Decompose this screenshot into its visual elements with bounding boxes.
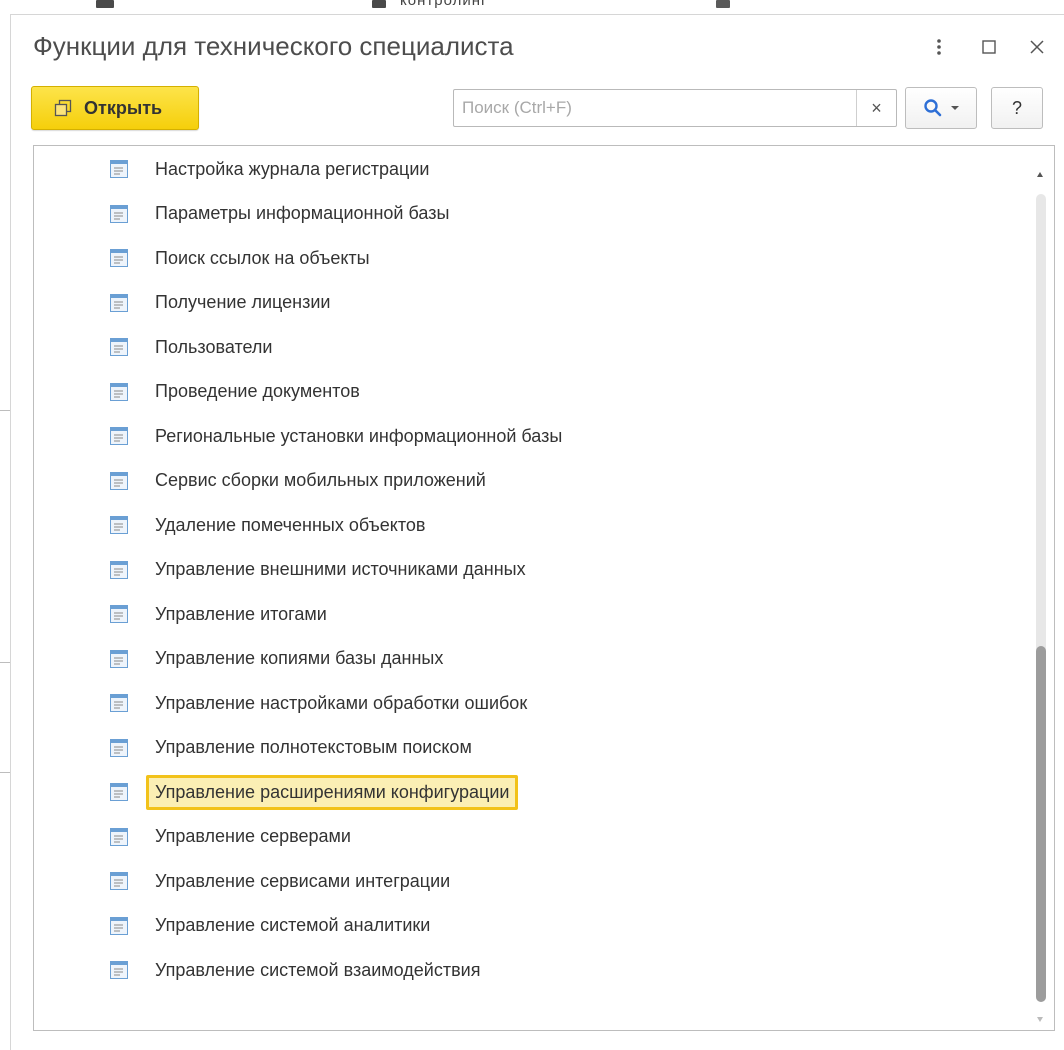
list-item-label: Управление копиями базы данных xyxy=(155,648,444,669)
open-button[interactable]: Открыть xyxy=(31,86,199,130)
background-divider xyxy=(0,772,10,773)
list-item[interactable]: Управление полнотекстовым поиском xyxy=(34,726,1024,771)
dialog-title: Функции для технического специалиста xyxy=(33,31,514,61)
form-icon xyxy=(110,204,128,223)
close-icon xyxy=(1030,40,1044,54)
list-item-label: Управление полнотекстовым поиском xyxy=(155,737,472,758)
list-item-label: Управление серверами xyxy=(155,826,351,847)
background-icon xyxy=(716,0,730,8)
list-item[interactable]: Проведение документов xyxy=(34,370,1024,415)
clear-icon: × xyxy=(871,97,882,118)
list-item-selected[interactable]: Управление расширениями конфигурации xyxy=(34,770,1024,815)
background-text: контролинг xyxy=(400,0,488,9)
form-icon xyxy=(110,293,128,312)
list-item[interactable]: Сервис сборки мобильных приложений xyxy=(34,459,1024,504)
form-icon xyxy=(110,427,128,446)
open-button-label: Открыть xyxy=(84,97,163,118)
help-button[interactable]: ? xyxy=(991,87,1043,129)
list-item-label: Управление системой взаимодействия xyxy=(155,959,481,980)
list-item[interactable]: Настройка журнала регистрации xyxy=(34,147,1024,192)
form-icon xyxy=(110,827,128,846)
close-button[interactable] xyxy=(1023,33,1051,61)
list-item-label: Управление сервисами интеграции xyxy=(155,870,451,891)
background-icon xyxy=(372,0,386,8)
list-item[interactable]: Пользователи xyxy=(34,325,1024,370)
list-item[interactable]: Управление системой аналитики xyxy=(34,904,1024,949)
form-icon xyxy=(110,382,128,401)
maximize-button[interactable] xyxy=(975,33,1003,61)
form-icon xyxy=(110,783,128,802)
search-clear-button[interactable]: × xyxy=(856,90,896,126)
list-item[interactable]: Получение лицензии xyxy=(34,281,1024,326)
list-item[interactable]: Управление серверами xyxy=(34,815,1024,860)
form-icon xyxy=(110,649,128,668)
list-item[interactable]: Параметры информационной базы xyxy=(34,192,1024,237)
vertical-scrollbar[interactable] xyxy=(1028,146,1054,1030)
title-bar: Функции для технического специалиста xyxy=(11,15,1064,79)
list-item[interactable]: Управление настройками обработки ошибок xyxy=(34,681,1024,726)
list-item-label: Пользователи xyxy=(155,336,273,357)
background-icon xyxy=(96,0,114,8)
list-item-label: Настройка журнала регистрации xyxy=(155,158,430,179)
form-icon xyxy=(110,516,128,535)
chevron-down-icon xyxy=(951,106,959,110)
search-options-button[interactable] xyxy=(905,87,977,129)
form-icon xyxy=(110,249,128,268)
list-item[interactable]: Управление системой взаимодействия xyxy=(34,948,1024,993)
scroll-up-arrow-icon[interactable] xyxy=(1037,172,1043,177)
more-vertical-icon xyxy=(937,39,941,55)
form-icon xyxy=(110,605,128,624)
list-item-label: Региональные установки информационной ба… xyxy=(155,425,563,446)
functions-list-panel: Настройка журнала регистрации Параметры … xyxy=(33,145,1055,1031)
background-divider xyxy=(0,662,10,663)
background-divider xyxy=(0,410,10,411)
form-icon xyxy=(110,160,128,179)
list-item[interactable]: Удаление помеченных объектов xyxy=(34,503,1024,548)
form-icon xyxy=(110,961,128,980)
list-item[interactable]: Региональные установки информационной ба… xyxy=(34,414,1024,459)
background-app-strip: контролинг xyxy=(0,0,1064,14)
list-item[interactable]: Управление копиями базы данных xyxy=(34,637,1024,682)
list-item-label: Управление системой аналитики xyxy=(155,915,431,936)
toolbar: Открыть × ? xyxy=(11,85,1064,131)
list-item[interactable]: Поиск ссылок на объекты xyxy=(34,236,1024,281)
form-icon xyxy=(110,872,128,891)
list-item-label: Управление расширениями конфигурации xyxy=(146,774,519,810)
form-icon xyxy=(110,738,128,757)
list-item[interactable]: Управление внешними источниками данных xyxy=(34,548,1024,593)
help-icon: ? xyxy=(1011,97,1022,118)
list-item-label: Удаление помеченных объектов xyxy=(155,514,426,535)
search-icon xyxy=(924,99,942,117)
list-item-label: Параметры информационной базы xyxy=(155,203,450,224)
scroll-thumb[interactable] xyxy=(1036,646,1046,1002)
maximize-icon xyxy=(982,40,996,54)
list-item-label: Поиск ссылок на объекты xyxy=(155,247,370,268)
list-item-label: Управление настройками обработки ошибок xyxy=(155,692,528,713)
more-actions-button[interactable] xyxy=(925,33,953,61)
form-icon xyxy=(110,916,128,935)
form-icon xyxy=(110,471,128,490)
list-item[interactable]: Управление итогами xyxy=(34,592,1024,637)
list-item[interactable]: Управление сервисами интеграции xyxy=(34,859,1024,904)
search-input[interactable] xyxy=(454,90,856,126)
form-icon xyxy=(110,338,128,357)
search-box: × xyxy=(453,89,897,127)
list-item-label: Проведение документов xyxy=(155,381,360,402)
list-item-label: Получение лицензии xyxy=(155,292,331,313)
open-icon xyxy=(54,99,72,117)
functions-dialog: Функции для технического специалиста Отк… xyxy=(10,14,1064,1050)
functions-list: Настройка журнала регистрации Параметры … xyxy=(34,146,1024,993)
list-item-label: Сервис сборки мобильных приложений xyxy=(155,470,486,491)
scroll-down-arrow-icon[interactable] xyxy=(1037,1017,1043,1022)
scroll-track[interactable] xyxy=(1036,194,1046,1002)
list-item-label: Управление итогами xyxy=(155,603,327,624)
form-icon xyxy=(110,560,128,579)
list-item-label: Управление внешними источниками данных xyxy=(155,559,526,580)
form-icon xyxy=(110,694,128,713)
